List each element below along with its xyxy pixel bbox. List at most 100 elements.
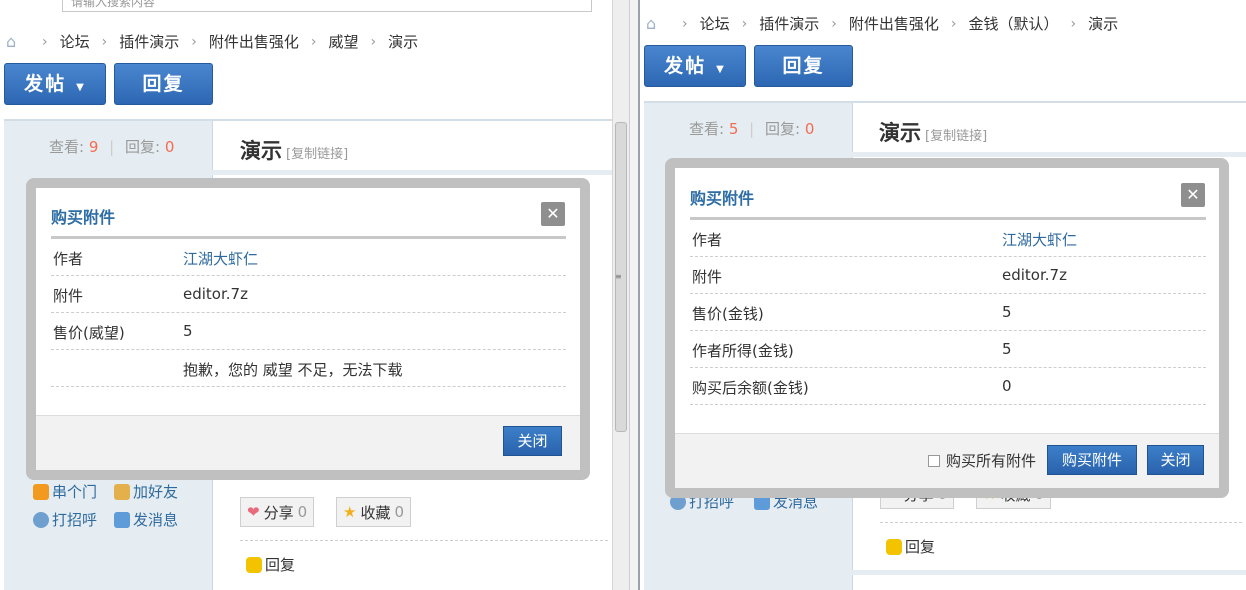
dialog-row-author: 作者 江湖大虾仁 xyxy=(51,239,566,276)
breadcrumb: ⌂ › 论坛 › 插件演示 › 附件出售强化 › 金钱（默认） › 演示 xyxy=(646,13,1118,34)
breadcrumb-item-forum[interactable]: 论坛 xyxy=(700,13,730,34)
add-friend-label: 加好友 xyxy=(133,483,179,501)
copy-link[interactable]: [复制链接] xyxy=(925,129,987,144)
chevron-right-icon: › xyxy=(1070,15,1077,32)
search-input[interactable]: 请输入搜索内容 xyxy=(62,0,592,12)
breadcrumb-item-attachment-sale[interactable]: 附件出售强化 xyxy=(209,31,299,52)
chevron-right-icon: › xyxy=(101,33,108,50)
chevron-right-icon: › xyxy=(831,15,837,32)
views-count: 5 xyxy=(728,120,739,138)
row-value: 5 xyxy=(1002,303,1012,321)
home-icon xyxy=(33,483,49,500)
buy-all-checkbox[interactable]: 购买所有附件 xyxy=(928,450,1036,471)
views-label: 查看: xyxy=(689,120,725,138)
envelope-icon xyxy=(114,511,130,528)
dialog-row-message: 抱歉，您的 威望 不足，无法下载 xyxy=(51,350,566,387)
home-icon[interactable]: ⌂ xyxy=(6,33,24,50)
reply-button[interactable]: 回复 xyxy=(114,63,213,105)
row-key: 购买后余额(金钱) xyxy=(692,379,809,397)
chevron-right-icon: › xyxy=(191,33,197,50)
dialog-title: 购买附件 xyxy=(690,189,755,208)
close-button[interactable]: 关闭 xyxy=(503,426,562,456)
divider xyxy=(4,119,612,121)
reply-button[interactable]: 回复 xyxy=(754,45,853,87)
row-key: 售价(金钱) xyxy=(692,305,764,323)
replies-label: 回复: xyxy=(125,138,161,156)
dialog-row-balance: 购买后余额(金钱) 0 xyxy=(690,368,1206,405)
add-friend-action[interactable]: 加好友 xyxy=(114,481,178,502)
breadcrumb-item-prestige[interactable]: 威望 xyxy=(328,31,358,52)
thread-title: 演示 [复制链接] xyxy=(240,135,348,165)
buy-attachment-button[interactable]: 购买附件 xyxy=(1047,445,1137,475)
copy-link[interactable]: [复制链接] xyxy=(286,147,348,162)
pane-splitter[interactable] xyxy=(629,0,640,590)
author-link[interactable]: 江湖大虾仁 xyxy=(183,248,258,269)
visit-label: 串个门 xyxy=(52,483,98,501)
dialog-row-attachment: 附件 editor.7z xyxy=(51,276,566,313)
row-key: 作者所得(金钱) xyxy=(692,342,794,360)
thread-title: 演示 [复制链接] xyxy=(879,117,987,147)
reply-action-label: 回复 xyxy=(265,556,296,574)
dialog-footer: 购买所有附件 购买附件 关闭 xyxy=(675,433,1219,488)
share-button[interactable]: ❤ 分享0 xyxy=(240,497,315,527)
new-post-button[interactable]: 发帖 ▼ xyxy=(644,45,746,87)
chevron-right-icon: › xyxy=(370,33,377,50)
row-key: 售价(威望) xyxy=(53,324,125,342)
favorite-label: 收藏 xyxy=(360,503,391,522)
breadcrumb-item-forum[interactable]: 论坛 xyxy=(60,31,90,52)
caret-down-icon: ▼ xyxy=(76,82,86,93)
favorite-count: 0 xyxy=(394,503,405,521)
dialog-row-author-income: 作者所得(金钱) 5 xyxy=(690,331,1206,368)
row-value: 5 xyxy=(1002,340,1012,358)
reply-action-label: 回复 xyxy=(905,538,936,556)
favorite-button[interactable]: ★ 收藏0 xyxy=(336,497,412,527)
chevron-right-icon: › xyxy=(682,15,688,32)
close-icon[interactable]: ✕ xyxy=(1181,183,1205,207)
dialog-row-author: 作者 江湖大虾仁 xyxy=(690,220,1206,257)
message-label: 发消息 xyxy=(133,511,179,529)
share-label: 分享 xyxy=(263,503,294,522)
star-icon: ★ xyxy=(343,503,357,521)
divider xyxy=(880,522,1242,523)
speech-bubble-icon xyxy=(886,538,902,555)
breadcrumb-item-plugin-demo[interactable]: 插件演示 xyxy=(759,13,819,34)
reply-label: 回复 xyxy=(142,73,185,95)
thread-stats: 查看: 9 | 回复: 0 xyxy=(49,138,175,156)
close-button[interactable]: 关闭 xyxy=(1147,445,1204,475)
views-label: 查看: xyxy=(49,138,85,156)
dialog-row-price: 售价(威望) 5 xyxy=(51,313,566,350)
insufficient-message: 抱歉，您的 威望 不足，无法下载 xyxy=(183,361,403,379)
breadcrumb-item-demo[interactable]: 演示 xyxy=(1088,13,1118,34)
dialog-footer: 关闭 xyxy=(36,415,580,470)
breadcrumb-item-money[interactable]: 金钱（默认） xyxy=(968,13,1058,34)
breadcrumb-item-attachment-sale[interactable]: 附件出售强化 xyxy=(849,13,939,34)
reply-action[interactable]: 回复 xyxy=(246,554,295,575)
thread-title-text: 演示 xyxy=(240,139,282,163)
dialog-title: 购买附件 xyxy=(51,208,116,227)
breadcrumb-item-demo[interactable]: 演示 xyxy=(388,31,418,52)
purchase-dialog: 购买附件 ✕ 作者 江湖大虾仁 附件 editor.7z 售价(金钱) 5 作者… xyxy=(675,168,1219,488)
reply-action[interactable]: 回复 xyxy=(886,536,935,557)
scrollbar[interactable]: ≡ xyxy=(612,0,629,590)
message-action[interactable]: 发消息 xyxy=(114,509,178,530)
row-value: editor.7z xyxy=(183,285,248,303)
greet-action[interactable]: 打招呼 xyxy=(33,509,97,530)
left-browser-pane: 请输入搜索内容 ⌂ › 论坛 › 插件演示 › 附件出售强化 › 威望 › 演示… xyxy=(0,0,612,590)
reply-label: 回复 xyxy=(782,55,825,77)
row-key: 附件 xyxy=(692,268,723,286)
buy-all-label: 购买所有附件 xyxy=(946,452,1037,470)
new-post-button[interactable]: 发帖 ▼ xyxy=(4,63,106,105)
home-icon[interactable]: ⌂ xyxy=(646,15,664,32)
checkbox-icon[interactable] xyxy=(928,454,940,467)
handshake-icon xyxy=(114,483,130,500)
close-icon[interactable]: ✕ xyxy=(541,202,565,226)
visit-action[interactable]: 串个门 xyxy=(33,481,97,502)
divider xyxy=(240,540,608,541)
breadcrumb-item-plugin-demo[interactable]: 插件演示 xyxy=(119,31,179,52)
right-browser-pane: ⌂ › 论坛 › 插件演示 › 附件出售强化 › 金钱（默认） › 演示 发帖 ▼… xyxy=(640,0,1246,590)
author-link[interactable]: 江湖大虾仁 xyxy=(1002,229,1077,250)
speech-bubble-icon xyxy=(246,556,262,573)
chevron-right-icon: › xyxy=(310,33,317,50)
divider xyxy=(644,152,1246,157)
chevron-right-icon: › xyxy=(42,33,48,50)
